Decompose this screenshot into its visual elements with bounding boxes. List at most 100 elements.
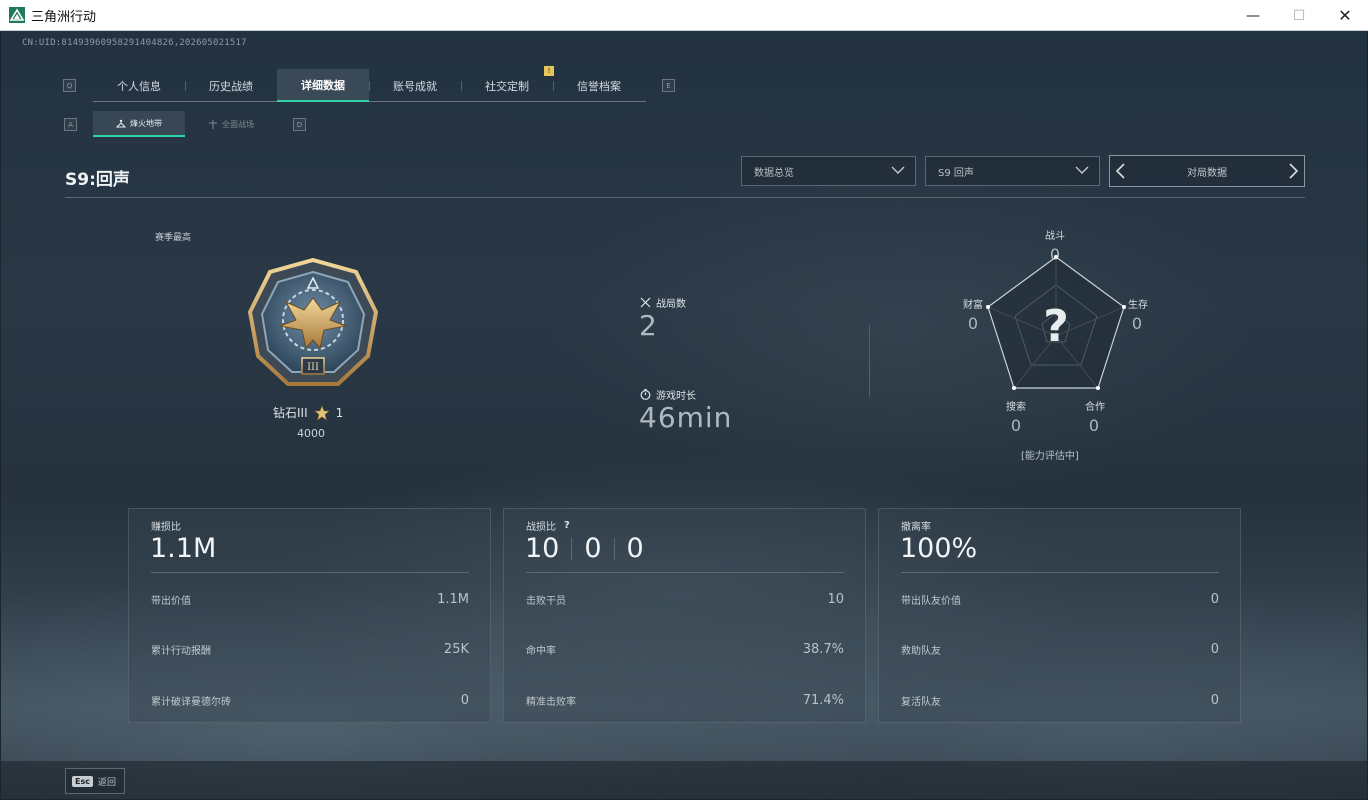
stat-label: 累计破译曼德尔砖	[151, 697, 231, 708]
stat-value: 71.4%	[802, 693, 844, 708]
vertical-divider	[869, 325, 870, 397]
stat-row: 命中率 38.7%	[526, 642, 844, 657]
stat-row: 击败干员 10	[526, 592, 844, 607]
help-icon[interactable]: ?	[564, 520, 570, 531]
subtab-next-key-hint: D	[293, 118, 306, 131]
radar-search-value: 0	[1010, 416, 1022, 435]
diamond-rank-medal-icon: III	[247, 258, 379, 386]
rank-name: 钻石III 1	[273, 404, 343, 421]
stat-label: 精准击败率	[526, 697, 576, 708]
subtab-hazard-zone-label: 烽火地带	[130, 118, 162, 128]
stat-label: 带出价值	[151, 596, 191, 607]
stat-label: 命中率	[526, 646, 556, 657]
kd-big-values: 10 0 0	[525, 533, 644, 564]
back-label: 返回	[97, 777, 116, 788]
extract-card: 撤离率 100% 带出队友价值 0 救助队友 0 复活队友 0	[878, 508, 1241, 723]
card-divider	[901, 572, 1219, 573]
stat-label: 救助队友	[901, 646, 941, 657]
stat-label: 累计行动报酬	[151, 646, 211, 657]
subtab-hazard-zone[interactable]: 烽火地带	[93, 111, 185, 137]
season-dropdown-value: S9 回声	[938, 167, 974, 179]
chevron-left-icon[interactable]	[1114, 163, 1128, 179]
radar-unknown-mark: ?	[1043, 301, 1069, 352]
notification-badge: !	[544, 66, 554, 76]
uid-text: CN:UID:8149396095829140482​6,20260502151…	[22, 38, 247, 48]
star-icon	[313, 404, 330, 421]
kd-value-deaths: 0	[584, 533, 602, 564]
profit-big-value: 1.1M	[150, 533, 216, 564]
stat-value: 10	[827, 592, 844, 607]
radar-combat-label: 战斗	[1045, 231, 1065, 242]
data-overview-dropdown[interactable]: 数据总览	[741, 156, 916, 186]
subtab-warfare[interactable]: 全面战场	[185, 111, 277, 137]
stat-row: 带出价值 1.1M	[151, 592, 469, 607]
profit-card-title: 赚损比	[151, 518, 181, 533]
subtab-prev-key-hint: A	[64, 118, 77, 131]
warfare-icon	[209, 119, 217, 129]
matches-label-text: 战局数	[656, 299, 686, 310]
kd-value-assists: 0	[626, 533, 644, 564]
stat-row: 救助队友 0	[901, 642, 1219, 657]
season-dropdown[interactable]: S9 回声	[925, 156, 1100, 186]
playtime-value: 46min	[639, 401, 733, 434]
matches-label: 战局数	[640, 295, 686, 310]
chevron-down-icon	[891, 166, 905, 174]
pager-label: 对局数据	[1187, 167, 1227, 179]
extract-value: 100%	[900, 533, 978, 564]
stat-row: 带出队友价值 0	[901, 592, 1219, 607]
match-data-pager: 对局数据	[1109, 155, 1305, 187]
kd-value-kills: 10	[525, 533, 560, 564]
tab-history[interactable]: 历史战绩	[185, 69, 277, 102]
subtab-warfare-label: 全面战场	[222, 119, 254, 129]
stat-label: 复活队友	[901, 697, 941, 708]
window-titlebar: 三角洲行动 — ☐ ✕	[0, 0, 1368, 31]
profit-title: 赚损比	[151, 522, 181, 533]
mode-subtabs: 烽火地带 全面战场	[93, 111, 277, 137]
stat-label: 击败干员	[526, 596, 566, 607]
stat-row: 复活队友 0	[901, 693, 1219, 708]
season-title: S9:回声	[65, 170, 130, 190]
ability-evaluating-note: [能力评估中]	[1021, 451, 1079, 462]
stat-row: 精准击败率 71.4%	[526, 693, 844, 708]
crossed-swords-icon	[640, 297, 651, 308]
stat-value: 25K	[443, 642, 469, 657]
stat-label: 带出队友价值	[901, 596, 961, 607]
card-divider	[151, 572, 469, 573]
app-logo-icon	[9, 7, 25, 23]
bottom-bar	[1, 761, 1367, 799]
stat-row: 累计行动报酬 25K	[151, 642, 469, 657]
rank-stars: 1	[335, 405, 344, 420]
close-button[interactable]: ✕	[1322, 0, 1368, 31]
chevron-right-icon[interactable]	[1286, 163, 1300, 179]
tab-prev-key-hint: Q	[63, 79, 76, 92]
tab-detailed-data[interactable]: 详细数据	[277, 69, 369, 102]
stat-value: 0	[1210, 693, 1219, 708]
tab-achievements[interactable]: 账号成就	[369, 69, 461, 102]
main-tabs: 个人信息 历史战绩 详细数据 账号成就 社交定制 信誉档案	[93, 69, 646, 102]
rank-title: 钻石III	[273, 406, 308, 420]
tab-credit-record[interactable]: 信誉档案	[553, 69, 645, 102]
stat-value: 0	[460, 693, 469, 708]
playtime-label: 游戏时长	[640, 387, 696, 402]
data-overview-dropdown-value: 数据总览	[754, 167, 794, 179]
window-title: 三角洲行动	[31, 9, 97, 25]
radar-teamwork-value: 0	[1088, 416, 1100, 435]
esc-key-hint: Esc	[72, 775, 93, 787]
minimize-button[interactable]: —	[1230, 0, 1276, 31]
chevron-down-icon	[1075, 166, 1089, 174]
kd-card: 战损比 ? 10 0 0 击败干员 10 命中率 38.7% 精准击败率 71.4%	[503, 508, 866, 723]
card-divider	[526, 572, 844, 573]
back-button[interactable]: Esc 返回	[65, 768, 125, 794]
extract-card-title: 撤离率	[901, 518, 931, 533]
stat-value: 1.1M	[437, 592, 469, 607]
stat-value: 38.7%	[802, 642, 844, 657]
maximize-button[interactable]: ☐	[1276, 0, 1322, 31]
tab-social-custom[interactable]: 社交定制	[461, 69, 553, 102]
profit-card: 赚损比 1.1M 带出价值 1.1M 累计行动报酬 25K 累计破译曼德尔砖 0	[128, 508, 491, 723]
tab-personal-info[interactable]: 个人信息	[93, 69, 185, 102]
season-best-label: 赛季最高	[155, 233, 192, 243]
game-viewport: CN:UID:8149396095829140482​6,20260502151…	[1, 31, 1367, 799]
playtime-label-text: 游戏时长	[656, 391, 696, 402]
stopwatch-icon	[640, 389, 651, 400]
stat-value: 0	[1210, 592, 1219, 607]
